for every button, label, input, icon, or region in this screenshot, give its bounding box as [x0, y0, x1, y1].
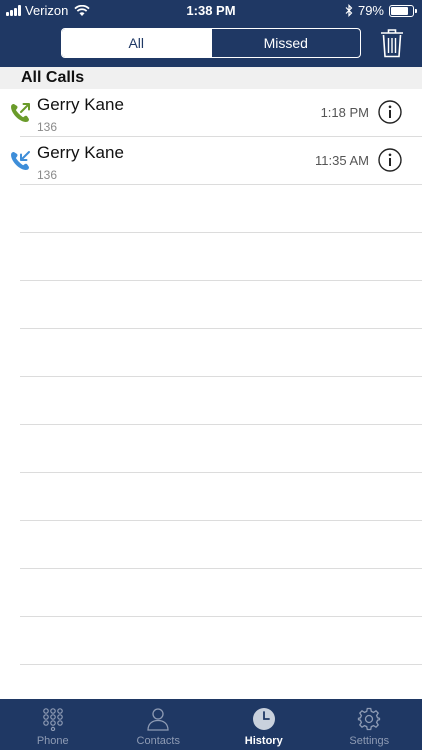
gear-icon	[358, 707, 381, 731]
empty-row-divider	[20, 329, 422, 377]
call-name: Gerry Kane	[37, 95, 124, 114]
tab-bar: Phone Contacts History Settings	[0, 699, 422, 750]
call-name: Gerry Kane	[37, 143, 124, 162]
header-bar: Verizon 1:38 PM 79% All Missed	[0, 0, 422, 67]
tab-label: Phone	[36, 735, 69, 747]
outgoing-call-icon	[11, 103, 30, 122]
empty-row-divider	[20, 521, 422, 569]
tab-label: History	[244, 735, 283, 747]
empty-row-divider	[20, 233, 422, 281]
segment-all[interactable]: All	[62, 29, 211, 57]
empty-row-divider	[20, 425, 422, 473]
keypad-icon	[42, 708, 63, 731]
empty-row-divider	[20, 185, 422, 233]
incoming-call-icon	[11, 151, 30, 170]
empty-row-divider	[20, 377, 422, 425]
call-list: Gerry Kane 136 1:18 PM Gerry Kane 136 11…	[0, 89, 422, 665]
trash-icon[interactable]	[380, 28, 404, 58]
empty-row-divider	[20, 617, 422, 665]
clock-icon	[252, 708, 275, 730]
empty-row-divider	[20, 473, 422, 521]
tab-history[interactable]: History	[211, 699, 317, 750]
tab-label: Settings	[349, 735, 390, 747]
call-number: 136	[37, 120, 58, 134]
empty-row-divider	[20, 281, 422, 329]
info-icon[interactable]	[378, 148, 402, 172]
battery-percent: 79%	[357, 3, 384, 18]
call-row[interactable]: Gerry Kane 136 11:35 AM	[11, 137, 422, 185]
call-filter-segmented-control: All Missed	[61, 28, 361, 58]
tab-phone[interactable]: Phone	[0, 699, 106, 750]
section-title: All Calls	[21, 69, 85, 86]
person-icon	[147, 708, 169, 731]
call-row[interactable]: Gerry Kane 136 1:18 PM	[11, 89, 422, 137]
empty-row-divider	[20, 569, 422, 617]
info-icon[interactable]	[378, 100, 402, 124]
call-time: 1:18 PM	[320, 105, 369, 120]
battery-icon	[389, 4, 417, 17]
segment-missed[interactable]: Missed	[210, 29, 361, 57]
bluetooth-icon	[345, 4, 353, 17]
tab-label: Contacts	[136, 735, 180, 747]
status-right: 79%	[345, 3, 417, 18]
call-time: 11:35 AM	[315, 153, 369, 168]
call-number: 136	[37, 168, 58, 182]
section-header: All Calls	[0, 67, 422, 89]
tab-contacts[interactable]: Contacts	[106, 699, 212, 750]
tab-settings[interactable]: Settings	[317, 699, 422, 750]
status-bar: Verizon 1:38 PM 79%	[0, 0, 422, 22]
battery-fill	[391, 6, 408, 15]
